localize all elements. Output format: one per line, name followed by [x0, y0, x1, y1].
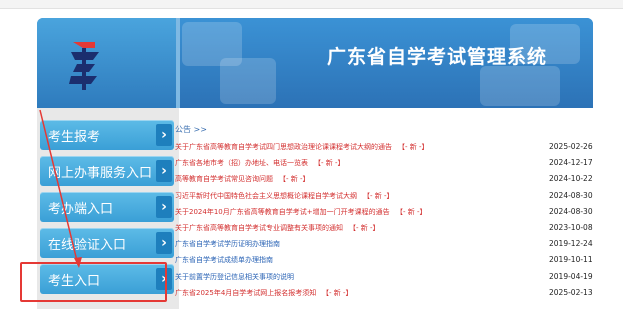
notice-date: 2024-10-22	[549, 174, 593, 184]
notice-row[interactable]: 关于前置学历登记信息相关事项的说明 2019-04-19	[175, 272, 615, 286]
sidebar-item-office-portal[interactable]: 考办端入口 ›	[40, 192, 174, 222]
notice-row[interactable]: 关于广东省高等教育自学考试专业调整有关事项的通知 【- 新 -】 2023-10-0…	[175, 223, 615, 237]
browser-toolbar	[0, 0, 623, 9]
notice-row[interactable]: 关于2024年10月广东省高等教育自学考试+增加一门开考课程的通告 【- 新 -】…	[175, 207, 615, 221]
new-badge: 【- 新 -】	[279, 175, 310, 184]
puzzle-decoration	[220, 58, 276, 104]
notice-date: 2019-12-24	[549, 239, 593, 249]
notice-row[interactable]: 关于广东省高等教育自学考试四门思想政治理论课课程考试大纲的通告 【- 新 -】 20…	[175, 142, 615, 156]
notice-row[interactable]: 习近平新时代中国特色社会主义思想概论课程自学考试大纲 【- 新 -】 2024-08…	[175, 191, 615, 205]
site-banner: 广东省自学考试管理系统	[37, 18, 593, 108]
notice-row[interactable]: 高等教育自学考试常见咨询问题 【- 新 -】 2024-10-22	[175, 174, 615, 188]
notice-row[interactable]: 广东省2025年4月自学考试网上报名报考须知 【- 新 -】 2025-02-13	[175, 288, 615, 302]
site-logo-icon	[69, 42, 99, 90]
chevron-right-icon: ›	[156, 124, 172, 146]
notice-date: 2025-02-26	[549, 142, 593, 151]
new-badge: 【- 新 -】	[349, 224, 380, 232]
notice-heading[interactable]: 公告 >>	[175, 124, 207, 135]
new-badge: 【- 新 -】	[314, 159, 345, 168]
notice-title[interactable]: 关于前置学历登记信息相关事项的说明	[175, 272, 294, 282]
site-title: 广东省自学考试管理系统	[326, 46, 547, 68]
notice-title[interactable]: 广东省自学考试成绩单办理指南	[175, 255, 273, 265]
highlight-box	[20, 262, 167, 302]
sidebar-item-register[interactable]: 考生报考 ›	[40, 120, 174, 150]
notice-date: 2019-04-19	[549, 271, 593, 281]
new-badge: 【- 新 -】	[363, 191, 394, 200]
notice-title[interactable]: 关于广东省高等教育自学考试四门思想政治理论课课程考试大纲的通告	[175, 142, 392, 152]
sidebar-item-label: 网上办事服务入口	[48, 166, 153, 181]
sidebar-item-online-verify[interactable]: 在线验证入口 ›	[40, 228, 174, 258]
notice-date: 2024-08-30	[549, 206, 593, 216]
notice-title[interactable]: 广东省自学考试学历证明办理指南	[175, 239, 280, 249]
new-badge: 【- 新 -】	[322, 288, 353, 297]
notice-date: 2025-02-13	[549, 287, 593, 297]
new-badge: 【- 新 -】	[398, 143, 429, 151]
notice-title[interactable]: 习近平新时代中国特色社会主义思想概论课程自学考试大纲	[175, 191, 357, 201]
notice-date: 2023-10-08	[549, 223, 593, 232]
notice-row[interactable]: 广东省自学考试学历证明办理指南 2019-12-24	[175, 239, 615, 253]
sidebar-item-label: 考生报考	[48, 130, 101, 145]
notice-date: 2024-08-30	[549, 190, 593, 200]
sidebar-item-label: 在线验证入口	[48, 238, 127, 253]
notice-title[interactable]: 关于2024年10月广东省高等教育自学考试+增加一门开考课程的通告	[175, 207, 390, 217]
new-badge: 【- 新 -】	[396, 207, 427, 216]
sidebar-item-label: 考办端入口	[48, 202, 114, 217]
notice-title[interactable]: 广东省各地市考（招）办地址、电话一览表	[175, 158, 308, 168]
notice-title[interactable]: 关于广东省高等教育自学考试专业调整有关事项的通知	[175, 223, 343, 233]
chevron-right-icon: ›	[156, 196, 172, 218]
chevron-right-icon: ›	[156, 160, 172, 182]
logo-panel	[37, 18, 176, 108]
notice-title[interactable]: 广东省2025年4月自学考试网上报名报考须知	[175, 288, 316, 298]
puzzle-decoration	[480, 66, 560, 106]
chevron-right-icon: ›	[156, 232, 172, 254]
notice-row[interactable]: 广东省自学考试成绩单办理指南 2019-10-11	[175, 255, 615, 269]
notice-title[interactable]: 高等教育自学考试常见咨询问题	[175, 174, 273, 184]
sidebar-item-online-services[interactable]: 网上办事服务入口 ›	[40, 156, 174, 186]
notice-date: 2024-12-17	[549, 158, 593, 168]
notice-row[interactable]: 广东省各地市考（招）办地址、电话一览表 【- 新 -】 2024-12-17	[175, 158, 615, 172]
notice-date: 2019-10-11	[549, 255, 593, 265]
